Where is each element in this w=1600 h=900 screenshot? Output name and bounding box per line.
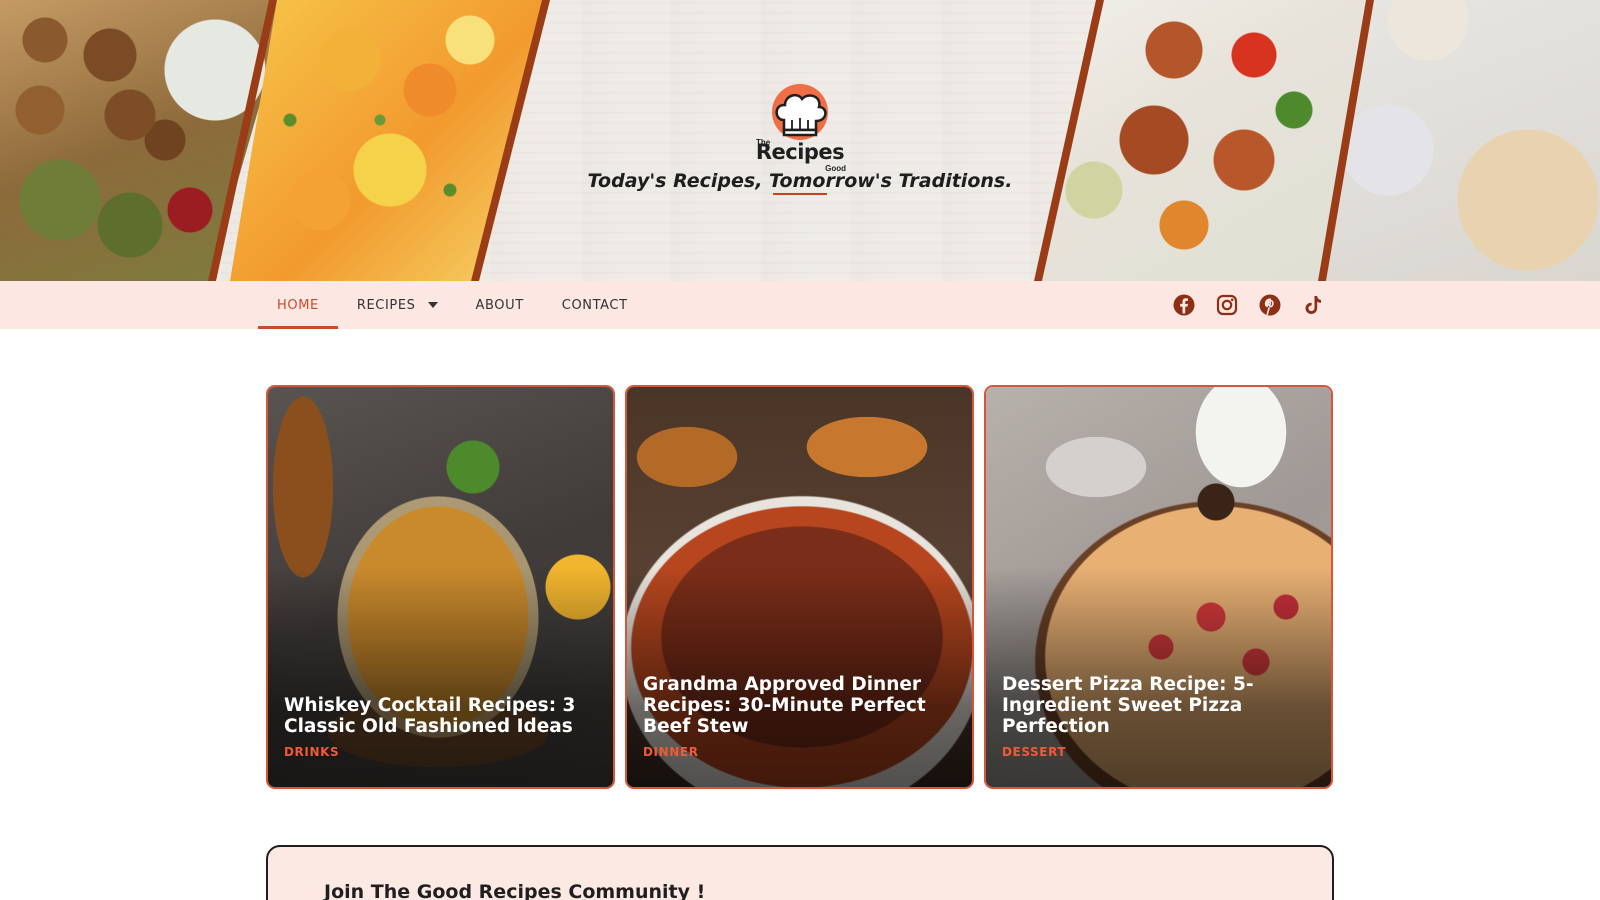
nav-item-label: HOME bbox=[277, 297, 319, 313]
community-title: Join The Good Recipes Community ! bbox=[324, 881, 706, 900]
card-text: Dessert Pizza Recipe: 5-Ingredient Sweet… bbox=[1002, 674, 1317, 759]
site-tagline: Today's Recipes, Tomorrow's Traditions. bbox=[587, 170, 1013, 192]
recipe-card-category[interactable]: DINNER bbox=[643, 745, 958, 759]
tiktok-icon[interactable] bbox=[1301, 293, 1325, 317]
nav-item-label: CONTACT bbox=[561, 297, 628, 313]
nav-item-about[interactable]: ABOUT bbox=[457, 281, 543, 329]
main-navbar: HOME RECIPES ABOUT CONTACT bbox=[0, 281, 1600, 329]
nav-item-home[interactable]: HOME bbox=[258, 281, 338, 329]
nav-item-recipes[interactable]: RECIPES bbox=[338, 281, 457, 329]
logo-text-recipes: Recipes bbox=[755, 140, 845, 164]
recipe-card[interactable]: Whiskey Cocktail Recipes: 3 Classic Old … bbox=[266, 385, 615, 789]
pinterest-icon[interactable] bbox=[1258, 293, 1282, 317]
recipe-card[interactable]: Dessert Pizza Recipe: 5-Ingredient Sweet… bbox=[984, 385, 1333, 789]
recipe-card-category[interactable]: DESSERT bbox=[1002, 745, 1317, 759]
recipe-card-title[interactable]: Dessert Pizza Recipe: 5-Ingredient Sweet… bbox=[1002, 674, 1317, 737]
recipe-card-title[interactable]: Whiskey Cocktail Recipes: 3 Classic Old … bbox=[284, 695, 599, 737]
card-text: Whiskey Cocktail Recipes: 3 Classic Old … bbox=[284, 695, 599, 759]
nav-item-label: ABOUT bbox=[475, 297, 524, 313]
featured-recipes: Whiskey Cocktail Recipes: 3 Classic Old … bbox=[266, 385, 1333, 789]
chef-hat-icon bbox=[775, 93, 827, 137]
facebook-icon[interactable] bbox=[1172, 293, 1196, 317]
recipe-card-title[interactable]: Grandma Approved Dinner Recipes: 30-Minu… bbox=[643, 674, 958, 737]
nav-links: HOME RECIPES ABOUT CONTACT bbox=[258, 281, 647, 329]
social-links bbox=[1172, 293, 1325, 317]
header-banner: The Recipes Good Today's Recipes, Tomorr… bbox=[0, 0, 1600, 281]
nav-item-contact[interactable]: CONTACT bbox=[543, 281, 647, 329]
community-signup-box: Join The Good Recipes Community ! bbox=[266, 845, 1334, 900]
site-logo[interactable]: The Recipes Good bbox=[752, 84, 848, 174]
tagline-underline bbox=[773, 193, 827, 195]
recipe-card[interactable]: Grandma Approved Dinner Recipes: 30-Minu… bbox=[625, 385, 974, 789]
nav-item-label: RECIPES bbox=[356, 297, 416, 313]
caret-down-icon bbox=[427, 302, 438, 308]
recipe-card-category[interactable]: DRINKS bbox=[284, 745, 599, 759]
logo-container: The Recipes Good bbox=[0, 84, 1600, 179]
instagram-icon[interactable] bbox=[1215, 293, 1239, 317]
card-text: Grandma Approved Dinner Recipes: 30-Minu… bbox=[643, 674, 958, 759]
